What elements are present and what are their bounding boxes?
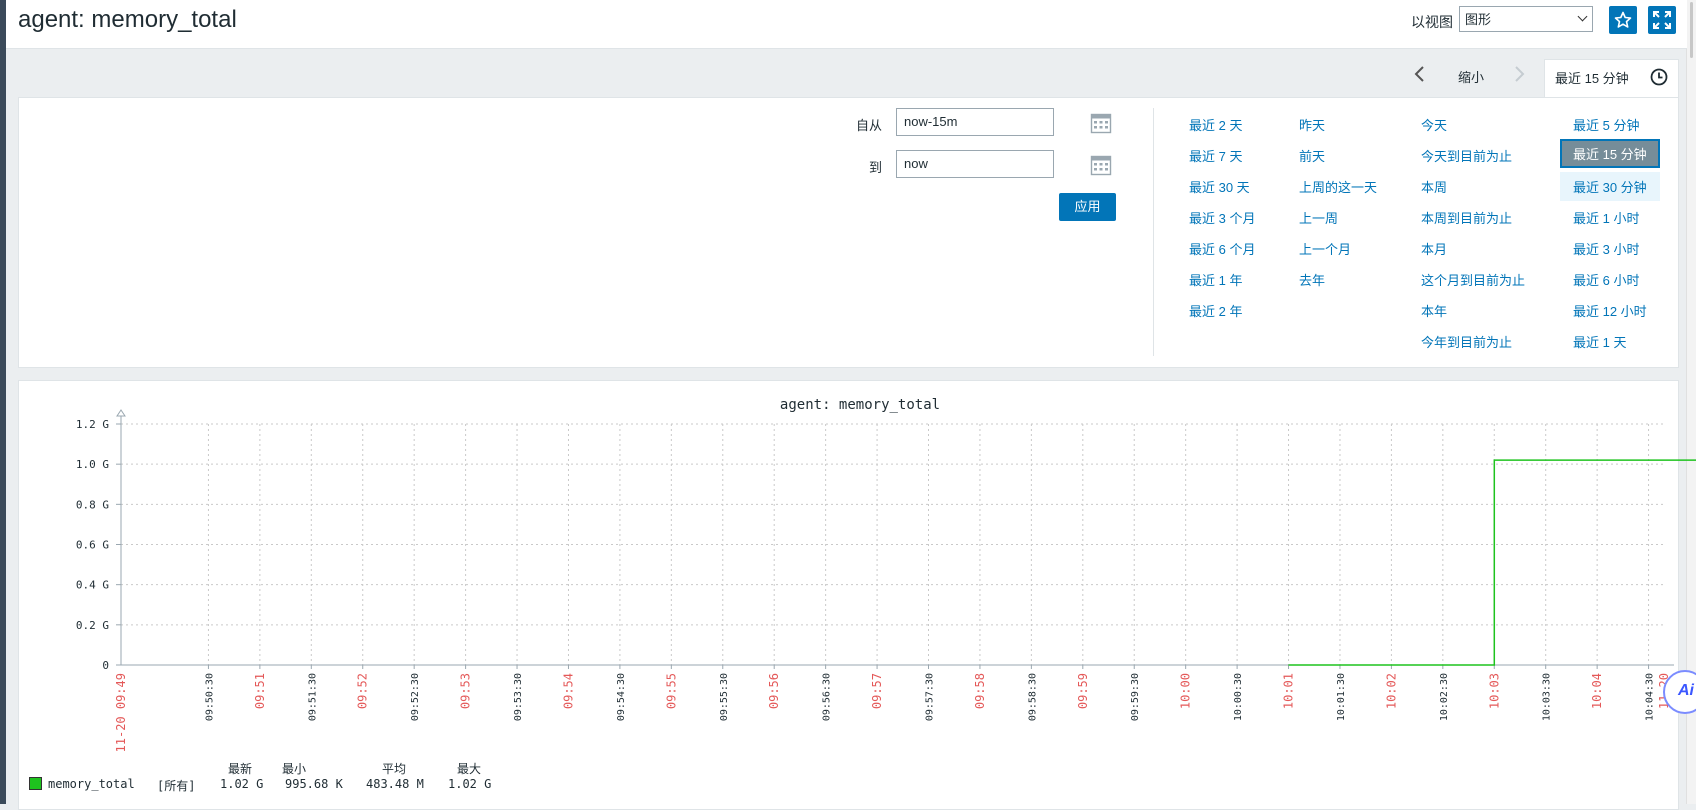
quick-range-link[interactable]: 今年到目前为止: [1421, 332, 1512, 351]
page-title: agent: memory_total: [18, 6, 237, 34]
quick-range-link[interactable]: 最近 5 分钟: [1573, 115, 1639, 134]
view-as-label: 以视图: [1411, 12, 1453, 32]
quick-range-link[interactable]: 最近 30 分钟: [1560, 172, 1660, 201]
zoom-out-button[interactable]: 缩小: [1458, 67, 1484, 86]
quick-range-link[interactable]: 最近 7 天: [1189, 146, 1242, 165]
calendar-from-icon[interactable]: [1090, 112, 1112, 134]
legend-function: [所有]: [157, 777, 195, 794]
quick-range-link[interactable]: 本年: [1421, 301, 1447, 320]
quick-range-link[interactable]: 这个月到目前为止: [1421, 270, 1525, 289]
fullscreen-icon: [1653, 11, 1671, 29]
legend-last-value: 1.02 G: [220, 777, 263, 791]
time-period-tab[interactable]: 最近 15 分钟: [1544, 59, 1679, 97]
quick-range-link[interactable]: 最近 3 个月: [1189, 208, 1255, 227]
time-period-tab-label: 最近 15 分钟: [1555, 68, 1629, 87]
quick-range-link[interactable]: 最近 1 年: [1189, 270, 1242, 289]
graph-panel: [18, 380, 1679, 810]
star-icon: [1614, 11, 1632, 29]
quick-range-link[interactable]: 本周: [1421, 177, 1447, 196]
quick-range-link[interactable]: 上一个月: [1299, 239, 1351, 258]
left-sidebar-strip: [0, 0, 6, 804]
quick-range-link[interactable]: 上周的这一天: [1299, 177, 1377, 196]
quick-range-link[interactable]: 昨天: [1299, 115, 1325, 134]
quick-range-link[interactable]: 最近 2 年: [1189, 301, 1242, 320]
legend-color-swatch: [29, 777, 42, 790]
legend-header-min: 最小: [282, 760, 306, 777]
chevron-down-icon: [1578, 12, 1588, 22]
clock-icon: [1649, 67, 1669, 87]
legend-max-value: 1.02 G: [448, 777, 491, 791]
apply-button[interactable]: 应用: [1059, 193, 1116, 221]
legend-header-avg: 平均: [382, 760, 406, 777]
time-filter-panel: [18, 97, 1679, 368]
filter-divider: [1153, 108, 1154, 356]
to-input[interactable]: now: [896, 150, 1054, 178]
ai-badge-text: Ai: [1678, 682, 1694, 700]
quick-range-link[interactable]: 最近 6 小时: [1573, 270, 1639, 289]
quick-range-link[interactable]: 最近 12 小时: [1573, 301, 1647, 320]
legend-header-max: 最大: [457, 760, 481, 777]
calendar-to-icon[interactable]: [1090, 154, 1112, 176]
quick-range-link[interactable]: 本月: [1421, 239, 1447, 258]
from-input[interactable]: now-15m: [896, 108, 1054, 136]
legend-min-value: 995.68 K: [285, 777, 343, 791]
scrollbar-thumb[interactable]: [1690, 2, 1693, 58]
legend-header-last: 最新: [228, 760, 252, 777]
quick-range-link[interactable]: 最近 6 个月: [1189, 239, 1255, 258]
time-prev-button[interactable]: [1413, 62, 1427, 86]
quick-range-link[interactable]: 今天到目前为止: [1421, 146, 1512, 165]
quick-range-link[interactable]: 最近 1 小时: [1573, 208, 1639, 227]
quick-range-link-selected[interactable]: 最近 15 分钟: [1560, 139, 1660, 168]
quick-range-link[interactable]: 最近 1 天: [1573, 332, 1626, 351]
view-as-select[interactable]: 图形: [1459, 6, 1593, 32]
chevron-left-icon: [1413, 62, 1427, 86]
from-label: 自从: [856, 115, 882, 134]
quick-range-link[interactable]: 本周到目前为止: [1421, 208, 1512, 227]
view-as-select-value: 图形: [1465, 12, 1491, 27]
favorite-button[interactable]: [1609, 6, 1637, 34]
quick-range-link[interactable]: 前天: [1299, 146, 1325, 165]
legend-avg-value: 483.48 M: [366, 777, 424, 791]
time-next-button[interactable]: [1512, 62, 1526, 86]
chevron-right-icon: [1512, 62, 1526, 86]
legend-series-name: memory_total: [48, 777, 135, 791]
quick-range-link[interactable]: 今天: [1421, 115, 1447, 134]
fullscreen-button[interactable]: [1648, 6, 1676, 34]
quick-range-link[interactable]: 上一周: [1299, 208, 1338, 227]
quick-range-link[interactable]: 最近 2 天: [1189, 115, 1242, 134]
quick-range-link[interactable]: 去年: [1299, 270, 1325, 289]
to-label: 到: [869, 157, 882, 176]
quick-range-link[interactable]: 最近 3 小时: [1573, 239, 1639, 258]
quick-range-link[interactable]: 最近 30 天: [1189, 177, 1250, 196]
